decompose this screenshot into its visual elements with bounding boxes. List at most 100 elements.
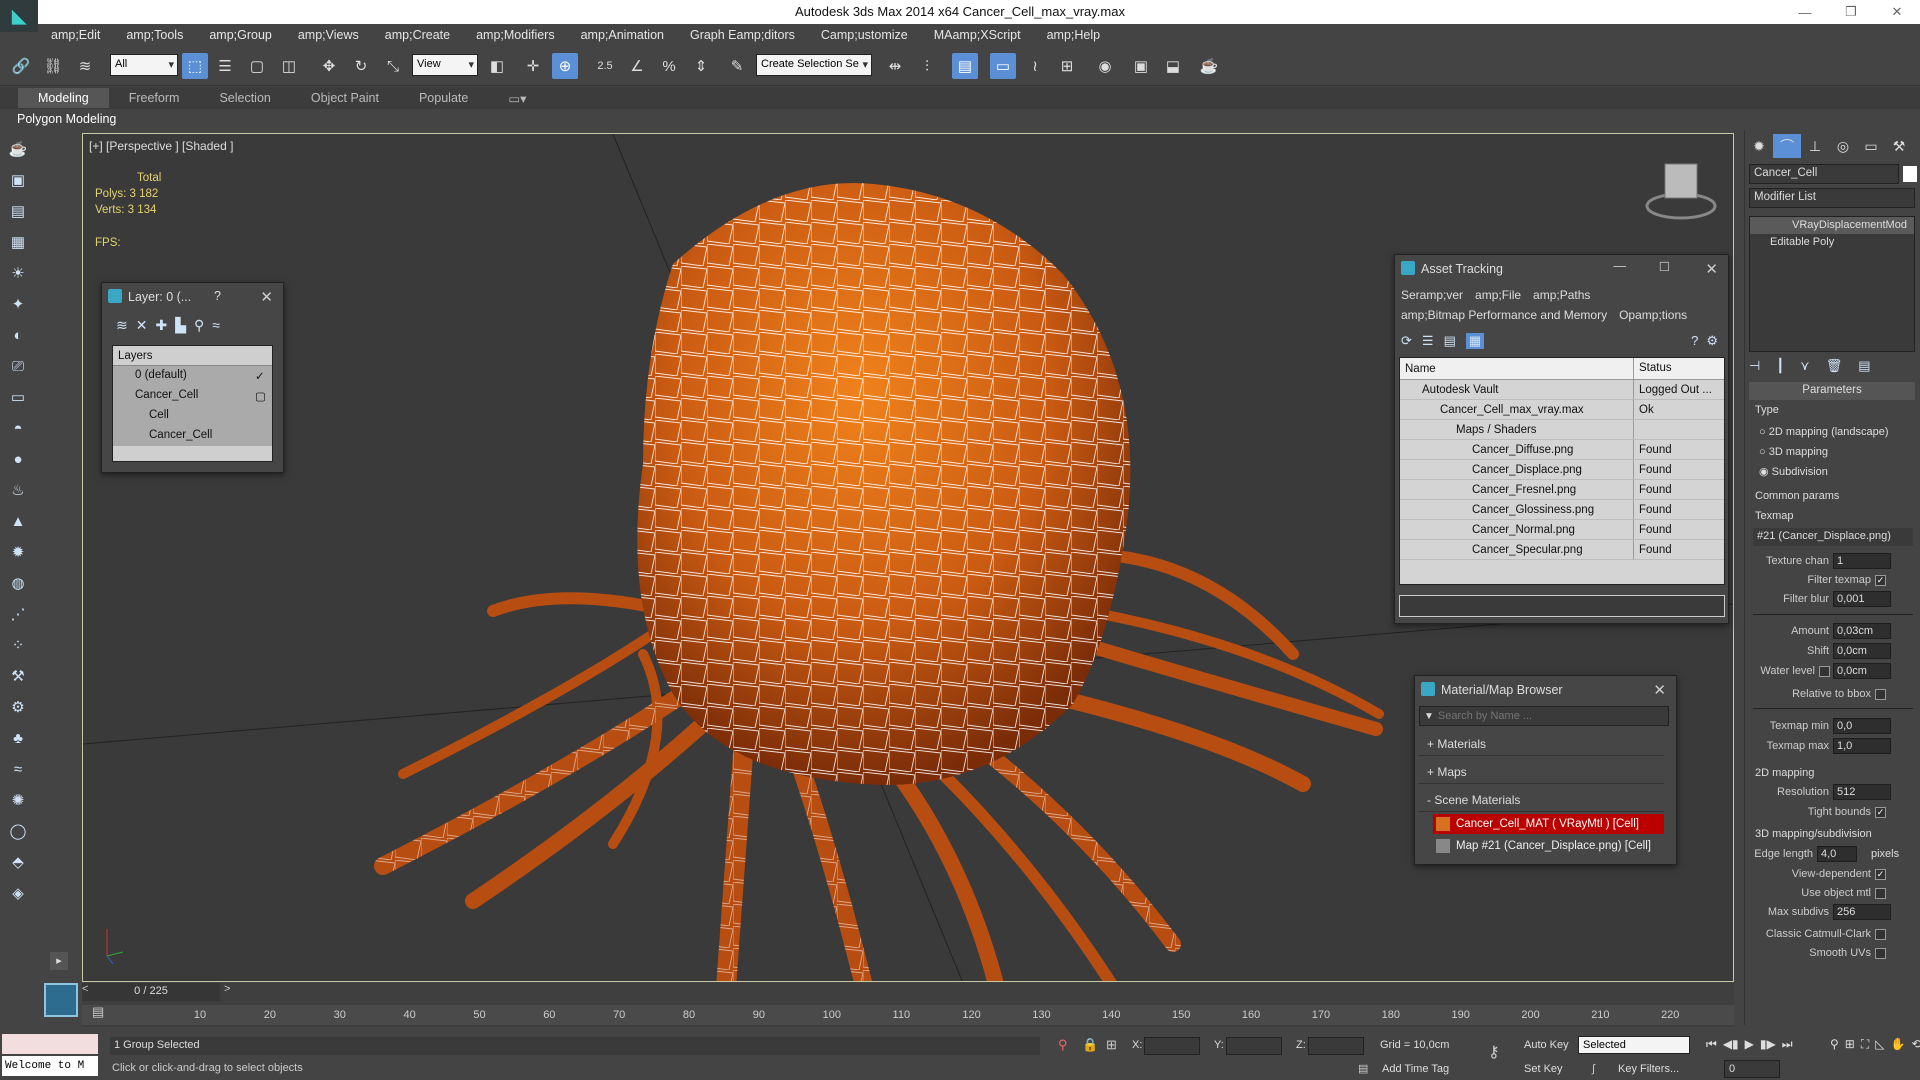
layer-manager-icon[interactable]: ▤ (952, 53, 978, 79)
menu-bitmap-performance[interactable]: amp;Bitmap Performance and Memory (1401, 308, 1607, 322)
sphere-icon[interactable]: ● (6, 447, 30, 471)
previous-frame-icon[interactable]: ◀▮ (1723, 1037, 1739, 1052)
menu-tools[interactable]: amp;Tools (113, 28, 196, 42)
amount-spinner[interactable]: 0,03cm (1833, 623, 1891, 639)
zoom-icon[interactable]: ⚲ (1830, 1037, 1839, 1052)
time-tag-icon[interactable]: ▤ (1358, 1062, 1368, 1075)
menu-edit[interactable]: amp;Edit (38, 28, 113, 42)
pan-icon[interactable]: ✋ (1891, 1037, 1906, 1052)
object-icon[interactable]: ⬘ (6, 850, 30, 874)
tab-populate[interactable]: Populate (399, 88, 488, 108)
map-item[interactable]: Map #21 (Cancer_Displace.png) [Cell] (1433, 836, 1664, 856)
track-icon[interactable]: ◐ (6, 323, 30, 347)
app-logo-icon[interactable]: ◣ (0, 0, 38, 32)
viewcube-icon[interactable] (1645, 163, 1717, 220)
tab-object-paint[interactable]: Object Paint (291, 88, 399, 108)
orbit-icon[interactable]: ⟲ (1911, 1037, 1920, 1052)
plant-icon[interactable]: ♣ (6, 726, 30, 750)
table-row[interactable]: Cancer_Displace.png Found (1400, 460, 1724, 480)
display-tab-icon[interactable]: ▭ (1857, 134, 1885, 158)
track-bar-menu-icon[interactable]: ▤ (92, 1004, 104, 1020)
utilities-tab-icon[interactable]: ⚒ (1885, 134, 1913, 158)
texture-chan-spinner[interactable]: 1 (1833, 553, 1891, 569)
go-to-end-icon[interactable]: ⏭ (1782, 1037, 1793, 1052)
particles-icon[interactable]: ⁘ (6, 633, 30, 657)
object-color-swatch[interactable] (1903, 166, 1917, 182)
delete-layer-icon[interactable]: ✕ (136, 317, 148, 334)
filter-texmap-checkbox[interactable]: ✓ (1875, 575, 1886, 586)
scene-explorer-icon[interactable]: ▤ (6, 199, 30, 223)
set-key-button[interactable]: Set Key (1524, 1063, 1563, 1075)
help-button[interactable]: ? (214, 289, 221, 303)
helper-icon[interactable]: ⚒ (6, 664, 30, 688)
parameters-rollout[interactable]: Parameters (1749, 382, 1915, 400)
menu-graph-editors[interactable]: Graph Eamp;ditors (677, 28, 808, 42)
max-subdivs-spinner[interactable]: 256 (1833, 904, 1891, 920)
modify-tab-icon[interactable]: ⌒ (1773, 134, 1801, 158)
percent-snap-icon[interactable]: % (656, 53, 682, 79)
cone-icon[interactable]: ▲ (6, 509, 30, 533)
smooth-uvs-checkbox[interactable] (1875, 948, 1886, 959)
key-icon[interactable]: ⚷ (1488, 1042, 1500, 1062)
polygon-modeling-label[interactable]: Polygon Modeling (17, 112, 116, 126)
menu-customize[interactable]: Camp;ustomize (808, 28, 921, 42)
texmap-min-spinner[interactable]: 0,0 (1833, 718, 1891, 734)
make-unique-icon[interactable]: ⋎ (1800, 358, 1810, 374)
table-row[interactable]: Cancer_Diffuse.png Found (1400, 440, 1724, 460)
texmap-max-spinner[interactable]: 1,0 (1833, 738, 1891, 754)
select-manipulate-icon[interactable]: ✛ (520, 53, 546, 79)
close-icon[interactable]: ✕ (260, 288, 273, 306)
minimize-button[interactable]: — (1782, 0, 1828, 24)
help-icon[interactable]: ? (1691, 333, 1698, 349)
asset-tracking-header[interactable]: Asset Tracking — ☐ ✕ (1395, 255, 1728, 283)
remove-modifier-icon[interactable]: 🗑 (1826, 358, 1843, 374)
add-to-layer-icon[interactable]: ✚ (155, 317, 167, 334)
radio-3d-mapping[interactable]: ○ 3D mapping (1759, 442, 1889, 462)
tab-modeling[interactable]: Modeling (18, 88, 109, 108)
key-filters-button[interactable]: Key Filters... (1618, 1063, 1679, 1075)
maximize-button[interactable]: ❐ (1828, 0, 1874, 24)
use-object-mtl-checkbox[interactable] (1875, 888, 1886, 899)
rendered-frame-icon[interactable]: ⬓ (1160, 53, 1186, 79)
material-item[interactable]: Cancer_Cell_MAT ( VRayMtl ) [Cell] (1433, 814, 1664, 834)
zoom-extents-icon[interactable]: ⛶ (1861, 1037, 1869, 1052)
rotate-icon[interactable]: ↻ (348, 53, 374, 79)
grid-icon[interactable]: ⋰ (6, 602, 30, 626)
named-selection-dropdown[interactable]: Create Selection Se (756, 54, 872, 76)
table-row[interactable]: Maps / Shaders (1400, 420, 1724, 440)
rect-selection-icon[interactable]: ▢ (244, 53, 270, 79)
tree-view-icon[interactable]: ▦ (1465, 333, 1485, 349)
mirror-icon[interactable]: ⇹ (882, 53, 908, 79)
track-bar[interactable]: 10 20 30 40 50 60 70 80 90 100 110 120 130 140 150 160 1… (82, 1005, 1734, 1025)
table-row[interactable]: Cancer_Normal.png Found (1400, 520, 1724, 540)
view-dependent-checkbox[interactable]: ✓ (1875, 869, 1886, 880)
current-frame-field[interactable]: 0 (1724, 1060, 1780, 1078)
create-layer-icon[interactable]: ≋ (116, 317, 128, 334)
camera-icon[interactable]: ⎚ (6, 354, 30, 378)
modifier-editable-poly[interactable]: Editable Poly (1750, 234, 1914, 251)
checkbox-icon[interactable]: ▢ (255, 389, 266, 403)
menu-maxscript[interactable]: MAamp;XScript (921, 28, 1034, 42)
table-row[interactable]: Cancer_Fresnel.png Found (1400, 480, 1724, 500)
hide-layers-icon[interactable]: ≈ (212, 317, 220, 334)
menu-animation[interactable]: amp;Animation (568, 28, 677, 42)
menu-server[interactable]: Seramp;ver (1401, 288, 1463, 302)
sphere-yellow-icon[interactable]: ◍ (6, 571, 30, 595)
list-item[interactable]: 0 (default) ✓ (113, 366, 272, 386)
teapot-small-icon[interactable]: ♨ (6, 478, 30, 502)
table-row[interactable]: Cancer_Specular.png Found (1400, 540, 1724, 560)
lock-selection-icon[interactable]: 🔒 (1082, 1037, 1098, 1053)
radio-2d-mapping[interactable]: ○ 2D mapping (landscape) (1759, 422, 1889, 442)
texmap-button[interactable]: #21 (Cancer_Displace.png) (1753, 528, 1913, 546)
lights-icon[interactable]: ☀ (6, 261, 30, 285)
menu-create[interactable]: amp;Create (372, 28, 463, 42)
column-status[interactable]: Status (1634, 358, 1672, 379)
play-icon[interactable]: ▶ (1745, 1037, 1754, 1052)
next-frame-icon[interactable]: > (224, 983, 230, 995)
globe-icon[interactable]: ◯ (6, 819, 30, 843)
fur-icon[interactable]: ✺ (6, 788, 30, 812)
angle-snap-icon[interactable]: ∠ (624, 53, 650, 79)
list-item[interactable]: Cancer_Cell (113, 426, 272, 446)
key-tangent-icon[interactable]: ∫ (1592, 1063, 1595, 1075)
tab-selection[interactable]: Selection (199, 88, 290, 108)
